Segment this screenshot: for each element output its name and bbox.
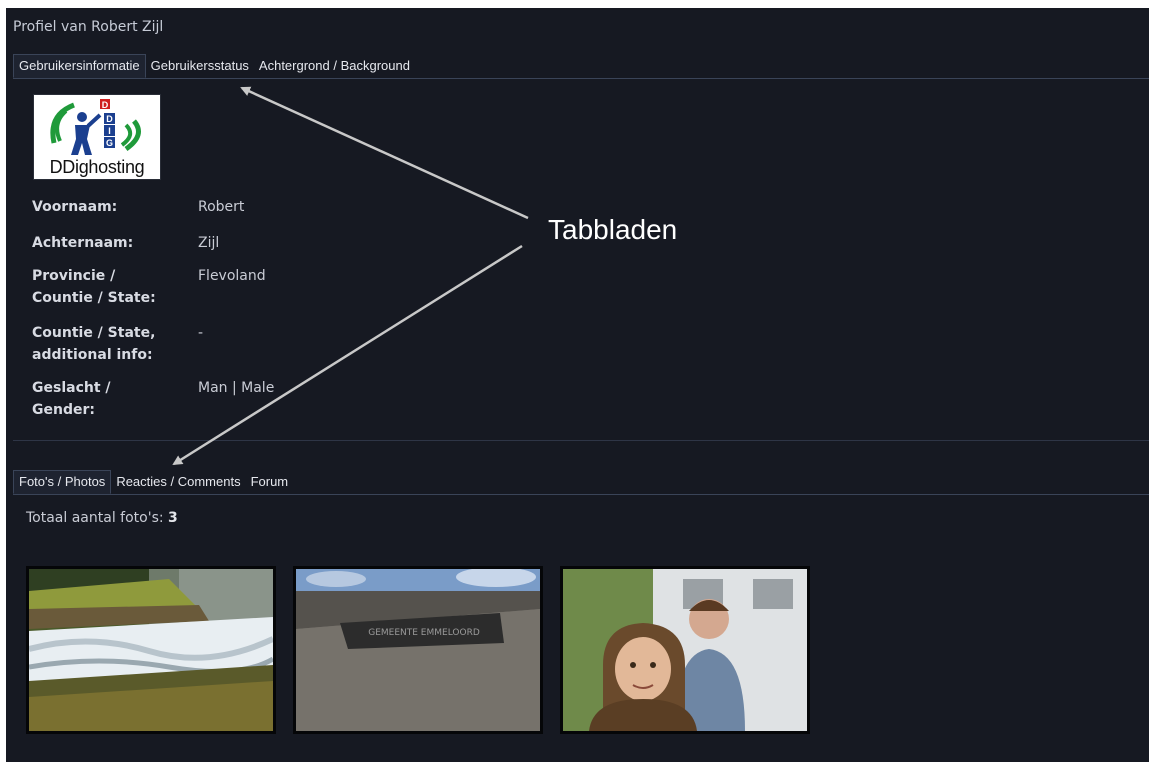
profile-window: Profiel van Robert Zijl Gebruikersinform… <box>6 8 1149 762</box>
annotation-arrows <box>172 86 529 466</box>
arrow-to-bottom-tabs <box>172 244 523 466</box>
arrow-to-top-tabs <box>240 86 529 220</box>
